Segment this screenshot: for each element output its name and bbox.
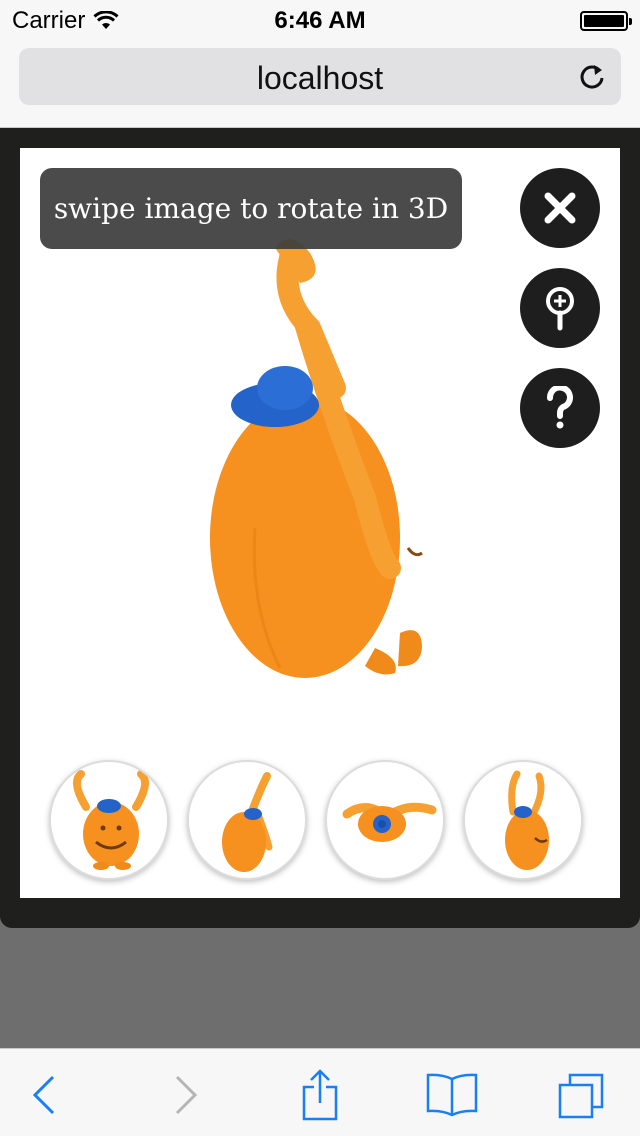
status-time: 6:46 AM <box>274 7 366 34</box>
help-button[interactable] <box>520 368 600 448</box>
forward-button[interactable] <box>156 1067 216 1123</box>
viewer-overlay: swipe image to rotate in 3D <box>0 128 640 928</box>
help-icon <box>547 386 573 429</box>
browser-chrome: localhost <box>0 40 640 128</box>
product-image[interactable] <box>160 228 480 688</box>
close-button[interactable] <box>520 168 600 248</box>
address-bar[interactable]: localhost <box>19 48 621 105</box>
back-icon <box>32 1075 55 1115</box>
status-bar: Carrier 6:46 AM <box>0 0 640 40</box>
close-icon <box>544 192 576 224</box>
rotate-hint: swipe image to rotate in 3D <box>40 168 462 249</box>
zoom-in-icon <box>546 287 574 331</box>
zoom-button[interactable] <box>520 268 600 348</box>
thumbnail-side[interactable] <box>187 760 307 880</box>
battery-icon <box>580 11 632 31</box>
thumbnail-top[interactable] <box>325 760 445 880</box>
forward-icon <box>175 1075 198 1115</box>
share-icon <box>302 1069 338 1121</box>
thumbnail-strip <box>20 760 620 882</box>
tabs-button[interactable] <box>552 1067 612 1123</box>
browser-toolbar <box>0 1048 640 1136</box>
viewer-canvas[interactable]: swipe image to rotate in 3D <box>20 148 620 898</box>
tabs-icon <box>558 1073 604 1119</box>
back-button[interactable] <box>14 1067 74 1123</box>
bookmarks-icon <box>426 1073 478 1117</box>
bookmarks-button[interactable] <box>422 1067 482 1123</box>
share-button[interactable] <box>290 1067 350 1123</box>
reload-icon[interactable] <box>577 62 607 92</box>
address-text: localhost <box>256 60 384 96</box>
thumbnail-back[interactable] <box>463 760 583 880</box>
thumbnail-front[interactable] <box>49 760 169 880</box>
